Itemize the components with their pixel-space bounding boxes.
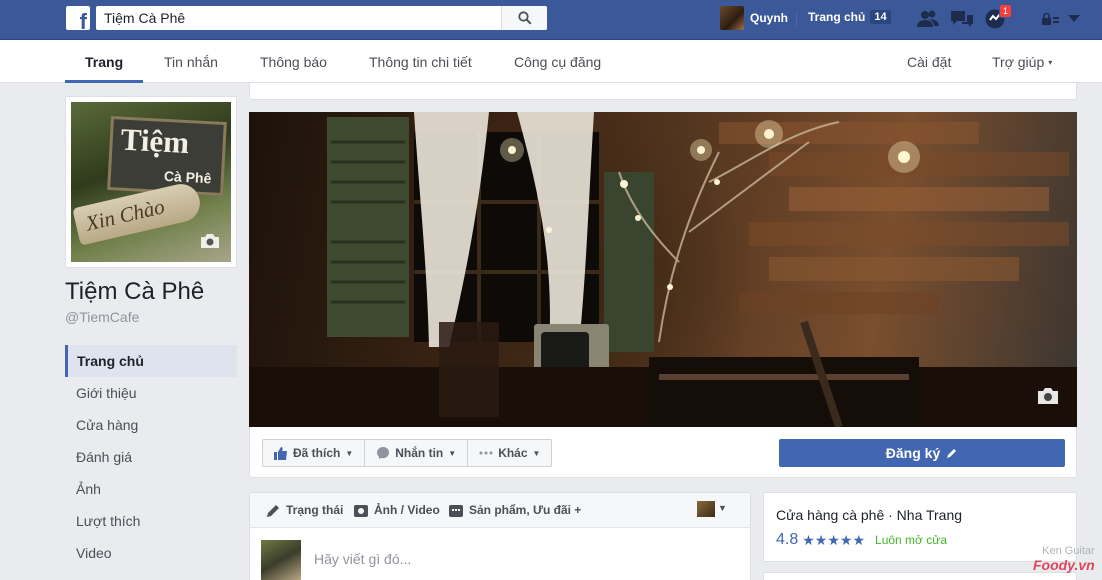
watermark: Ken Guitar Foody.vn	[1033, 545, 1095, 574]
chevron-down-icon: ▾	[1048, 58, 1053, 67]
tab-insights[interactable]: Thông tin chi tiết	[369, 40, 472, 83]
divider	[796, 12, 797, 26]
sidebar-item-about[interactable]: Giới thiệu	[65, 377, 237, 409]
page-card	[763, 572, 1077, 580]
sidebar-item-reviews[interactable]: Đánh giá	[65, 441, 237, 473]
avatar	[261, 540, 301, 580]
action-bar: Đã thích ▼ Nhắn tin ▼ Khác ▼ Đăng ký	[249, 427, 1077, 478]
rating-value: 4.8	[776, 531, 799, 548]
liked-button[interactable]: Đã thích ▼	[263, 440, 366, 466]
friend-requests-icon[interactable]	[916, 8, 940, 30]
notifications-badge: 1	[999, 4, 1013, 18]
composer-tabs: Trạng thái Ảnh / Video Sản phẩm, Ưu đãi …	[250, 493, 750, 528]
top-card-strip	[249, 83, 1077, 100]
subscribe-label: Đăng ký	[885, 445, 941, 461]
tab-page[interactable]: Trang	[65, 40, 144, 83]
chevron-down-icon: ▼	[448, 448, 457, 458]
chevron-down-icon[interactable]: ▼	[718, 503, 727, 513]
rating-row[interactable]: 4.8 ★★★★★ Luôn mở cửa	[776, 531, 947, 549]
page-title: Tiệm Cà Phê	[65, 278, 205, 305]
sidebar-item-videos[interactable]: Video	[65, 537, 237, 569]
composer-tab-photo[interactable]: Ảnh / Video	[353, 493, 440, 528]
star-rating-icon: ★★★★★	[802, 531, 866, 548]
tab-publishing-tools[interactable]: Công cụ đăng	[514, 40, 601, 83]
camera-icon[interactable]	[1036, 387, 1060, 408]
photo-icon	[354, 504, 368, 517]
search-button[interactable]	[501, 6, 547, 30]
tab-messages[interactable]: Tin nhắn	[164, 40, 218, 83]
composer-input[interactable]: Hãy viết gì đó...	[314, 551, 411, 567]
chevron-down-icon: ▼	[532, 448, 541, 458]
search-input[interactable]	[96, 6, 501, 30]
sidebar-item-shop[interactable]: Cửa hàng	[65, 409, 237, 441]
pencil-icon	[947, 449, 957, 458]
sidebar-menu: Trang chủ Giới thiệu Cửa hàng Đánh giá Ả…	[65, 345, 237, 569]
messages-icon[interactable]	[950, 8, 974, 30]
subscribe-button[interactable]: Đăng ký	[779, 439, 1065, 467]
sign-line3: Xin Chào	[83, 194, 167, 236]
composer-tab-products-label: Sản phẩm, Ưu đãi +	[469, 503, 582, 517]
sidebar-item-likes[interactable]: Lượt thích	[65, 505, 237, 537]
more-label: Khác	[498, 446, 528, 460]
post-composer: Trạng thái Ảnh / Video Sản phẩm, Ưu đãi …	[249, 492, 751, 580]
page-info-card: Cửa hàng cà phê · Nha Trang 4.8 ★★★★★ Lu…	[763, 492, 1077, 562]
help-label: Trợ giúp	[992, 54, 1045, 70]
camera-icon[interactable]	[199, 233, 221, 252]
more-button[interactable]: Khác ▼	[468, 440, 551, 466]
cover-photo[interactable]	[249, 112, 1077, 427]
product-icon	[449, 504, 463, 517]
lock-icon[interactable]	[1038, 8, 1062, 30]
more-dots-icon	[479, 451, 493, 455]
message-button[interactable]: Nhắn tin ▼	[365, 440, 469, 466]
sidebar-item-photos[interactable]: Ảnh	[65, 473, 237, 505]
action-button-group: Đã thích ▼ Nhắn tin ▼ Khác ▼	[262, 439, 553, 467]
messenger-icon	[377, 447, 390, 459]
home-label: Trang chủ	[808, 10, 866, 24]
settings-link[interactable]: Cài đặt	[907, 40, 951, 83]
liked-label: Đã thích	[293, 446, 341, 460]
sign-line2: Cà Phê	[163, 167, 212, 187]
watermark-line1: Ken Guitar	[1042, 545, 1095, 557]
search-box	[96, 6, 547, 30]
open-status: Luôn mở cửa	[875, 533, 947, 547]
top-user-link[interactable]: Quynh	[720, 6, 788, 30]
pencil-icon	[267, 504, 279, 517]
chevron-down-icon: ▼	[345, 448, 354, 458]
profile-picture[interactable]: Tiệm Cà Phê Xin Chào	[65, 96, 237, 268]
composer-tab-status-label: Trạng thái	[286, 503, 344, 517]
message-label: Nhắn tin	[395, 446, 444, 460]
tab-notifications[interactable]: Thông báo	[260, 40, 327, 83]
help-menu[interactable]: Trợ giúp ▾	[992, 40, 1052, 83]
watermark-line2: Foody.vn	[1033, 557, 1095, 573]
sign-line1: Tiệm	[119, 121, 190, 161]
sign-board: Tiệm Cà Phê	[107, 116, 227, 196]
user-name: Quynh	[750, 11, 788, 25]
search-icon	[517, 11, 532, 25]
page-category[interactable]: Cửa hàng cà phê · Nha Trang	[776, 507, 962, 523]
page-nav: Trang Tin nhắn Thông báo Thông tin chi t…	[0, 40, 1102, 83]
composer-tab-photo-label: Ảnh / Video	[374, 503, 440, 517]
thumbs-up-icon	[274, 446, 287, 460]
profile-image: Tiệm Cà Phê Xin Chào	[71, 102, 231, 262]
home-count-badge: 14	[870, 10, 891, 24]
facebook-logo-icon[interactable]: f	[66, 6, 90, 30]
home-link[interactable]: Trang chủ 14	[808, 10, 891, 24]
page-avatar[interactable]	[697, 501, 715, 517]
sidebar-item-home[interactable]: Trang chủ	[65, 345, 237, 377]
dropdown-icon[interactable]	[1062, 8, 1086, 30]
top-bar: f Quynh Trang chủ 14 1	[0, 0, 1102, 40]
composer-tab-status[interactable]: Trạng thái	[265, 493, 343, 528]
page-handle[interactable]: @TiemCafe	[65, 309, 139, 325]
avatar	[720, 6, 744, 30]
cover-image	[249, 112, 1077, 427]
composer-tab-products[interactable]: Sản phẩm, Ưu đãi +	[448, 493, 581, 528]
